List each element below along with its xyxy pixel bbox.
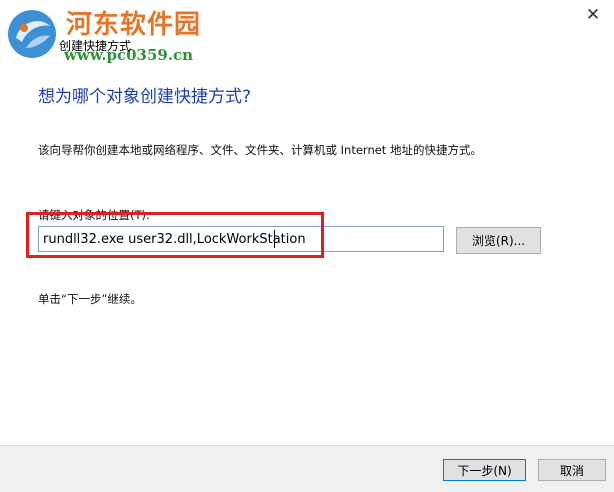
browse-button[interactable]: 浏览(R)...: [456, 227, 541, 254]
location-label: 请键入对象的位置(T):: [38, 208, 150, 222]
text-caret: [274, 230, 275, 248]
window-title: 创建快捷方式: [59, 39, 132, 53]
wizard-description: 该向导帮你创建本地或网络程序、文件、文件夹、计算机或 Internet 地址的快…: [38, 143, 482, 157]
location-input[interactable]: [38, 226, 444, 252]
next-button[interactable]: 下一步(N): [443, 459, 526, 481]
watermark-logo-icon: [8, 10, 56, 58]
watermark-site-name: 河东软件园: [66, 10, 202, 40]
continue-hint: 单击“下一步”继续。: [38, 292, 142, 306]
page-heading: 想为哪个对象创建快捷方式?: [38, 87, 252, 107]
create-shortcut-wizard: 河东软件园 www.pc0359.cn 创建快捷方式 ✕ 想为哪个对象创建快捷方…: [0, 0, 614, 492]
close-button[interactable]: ✕: [580, 4, 606, 26]
cancel-button[interactable]: 取消: [538, 459, 606, 481]
close-icon: ✕: [585, 5, 601, 25]
